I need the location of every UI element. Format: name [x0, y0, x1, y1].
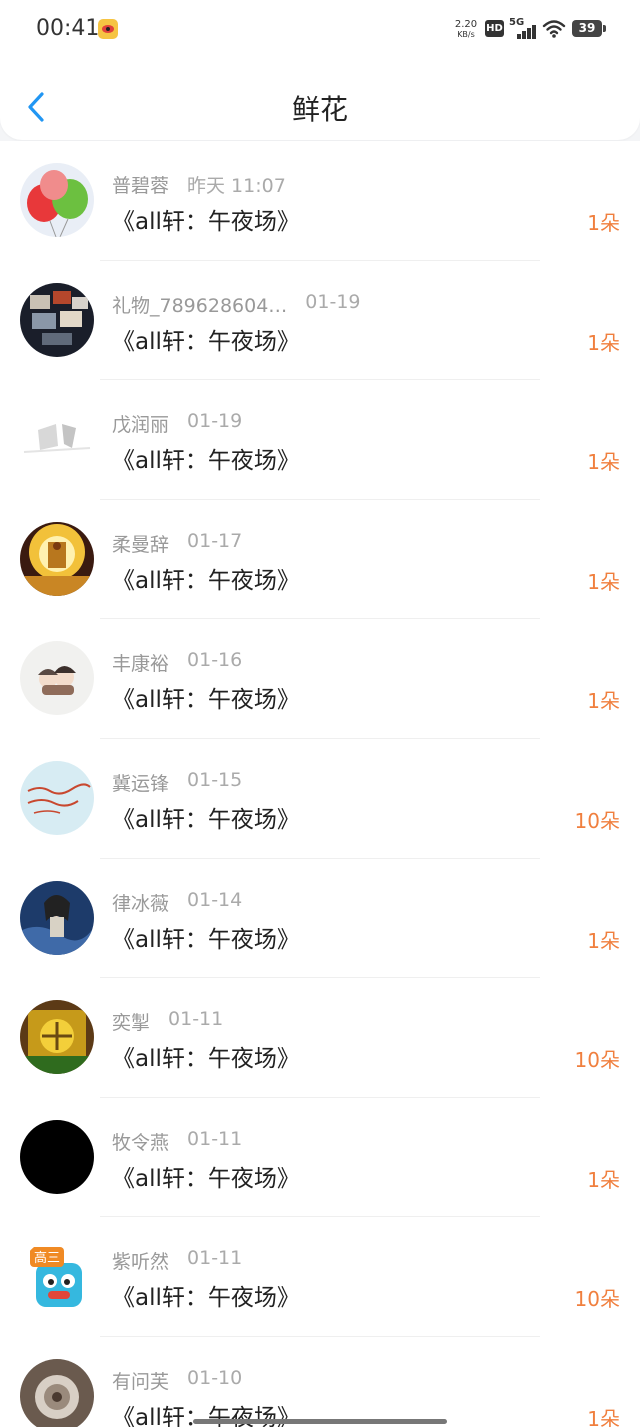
wifi-icon — [542, 20, 566, 38]
item-meta: 有问芙 01-10 — [112, 1367, 242, 1394]
flower-count: 10朵 — [574, 808, 620, 833]
avatar: 高三 — [20, 1239, 94, 1314]
flower-count: 1朵 — [587, 569, 620, 594]
sent-date: 01-15 — [187, 768, 243, 791]
book-title: 《all轩：午夜场》 — [112, 926, 300, 953]
sent-date: 01-17 — [187, 529, 243, 552]
flower-count: 1朵 — [587, 211, 620, 235]
list-item[interactable]: 礼物_789628604… 01-19 《all轩：午夜场》 1朵 — [0, 261, 640, 381]
sent-date: 01-19 — [187, 410, 243, 433]
sent-date: 01-11 — [187, 1247, 243, 1270]
net-speed-value: 2.20 — [454, 19, 478, 30]
avatar — [20, 1119, 94, 1194]
flower-count: 1朵 — [587, 450, 620, 475]
home-indicator[interactable] — [193, 1419, 447, 1424]
sent-date: 01-11 — [187, 1127, 243, 1150]
flower-count: 1朵 — [587, 1167, 620, 1192]
item-meta: 柔曼辞 01-17 — [112, 530, 242, 557]
hd-icon: HD — [485, 20, 504, 37]
list-item[interactable]: 普碧蓉 昨天 11:07 《all轩：午夜场》 1朵 — [0, 141, 640, 261]
list-item[interactable]: 冀运锋 01-15 《all轩：午夜场》 10朵 — [0, 739, 640, 859]
book-title: 《all轩：午夜场》 — [112, 209, 300, 235]
avatar — [20, 402, 94, 477]
book-title: 《all轩：午夜场》 — [112, 448, 300, 475]
sender-name: 有问芙 — [112, 1370, 170, 1393]
top-bar: 00:41 2.20 KB/s HD 5G 39 鲜花 — [0, 0, 640, 140]
net-speed-unit: KB/s — [457, 30, 475, 39]
book-title: 《all轩：午夜场》 — [112, 567, 300, 594]
book-title: 《all轩：午夜场》 — [112, 687, 300, 714]
sent-date: 01-11 — [168, 1008, 224, 1031]
sender-name: 礼物_789628604… — [112, 294, 288, 317]
list-item[interactable]: 有问芙 01-10 《all轩：午夜场》 1朵 — [0, 1337, 640, 1427]
avatar — [20, 282, 94, 357]
item-meta: 牧令燕 01-11 — [112, 1128, 242, 1155]
item-meta: 冀运锋 01-15 — [112, 769, 242, 796]
sent-date: 01-19 — [305, 290, 361, 313]
flower-count: 1朵 — [587, 928, 620, 953]
sender-name: 普碧蓉 — [112, 175, 170, 197]
list-item[interactable]: 戊润丽 01-19 《all轩：午夜场》 1朵 — [0, 380, 640, 500]
list-item[interactable]: 牧令燕 01-11 《all轩：午夜场》 1朵 — [0, 1098, 640, 1218]
avatar — [20, 1000, 94, 1075]
page-title: 鲜花 — [291, 93, 348, 126]
sender-name: 紫听然 — [112, 1251, 170, 1274]
flower-count: 1朵 — [587, 330, 620, 355]
avatar — [20, 1358, 94, 1427]
sent-date: 昨天 11:07 — [187, 175, 286, 197]
item-meta: 普碧蓉 昨天 11:07 — [112, 171, 286, 198]
sender-name: 律冰薇 — [112, 892, 170, 915]
flower-count: 1朵 — [587, 689, 620, 714]
book-title: 《all轩：午夜场》 — [112, 328, 300, 355]
list-item[interactable]: 高三 紫听然 01-11 《all轩：午夜场》 10朵 — [0, 1217, 640, 1337]
item-meta: 丰康裕 01-16 — [112, 649, 242, 676]
item-meta: 奕掣 01-11 — [112, 1008, 223, 1035]
sender-name: 戊润丽 — [112, 414, 170, 437]
avatar — [20, 880, 94, 955]
flower-count: 1朵 — [587, 1406, 620, 1427]
sender-name: 奕掣 — [112, 1012, 151, 1035]
item-meta: 律冰薇 01-14 — [112, 889, 242, 916]
sent-date: 01-16 — [187, 649, 243, 672]
list-item[interactable]: 柔曼辞 01-17 《all轩：午夜场》 1朵 — [0, 500, 640, 620]
avatar — [20, 641, 94, 716]
sent-date: 01-10 — [187, 1366, 243, 1389]
weibo-notification-icon — [98, 19, 118, 39]
avatar — [20, 760, 94, 835]
book-title: 《all轩：午夜场》 — [112, 1285, 300, 1312]
net-speed-indicator: 2.20 KB/s — [452, 20, 480, 40]
avatar — [20, 163, 94, 237]
item-meta: 戊润丽 01-19 — [112, 410, 242, 437]
book-title: 《all轩：午夜场》 — [112, 1046, 300, 1073]
sender-name: 冀运锋 — [112, 772, 170, 795]
battery-icon: 39 — [572, 20, 606, 37]
gift-list: 普碧蓉 昨天 11:07 《all轩：午夜场》 1朵 礼物_789628604… 0… — [0, 141, 640, 1427]
list-item[interactable]: 律冰薇 01-14 《all轩：午夜场》 1朵 — [0, 859, 640, 979]
item-meta: 紫听然 01-11 — [112, 1247, 242, 1274]
item-meta: 礼物_789628604… 01-19 — [112, 291, 361, 318]
avatar — [20, 521, 94, 596]
flower-count: 10朵 — [574, 1048, 620, 1073]
cellular-signal-icon: 5G — [509, 17, 537, 39]
sender-name: 丰康裕 — [112, 653, 170, 676]
sender-name: 柔曼辞 — [112, 533, 170, 556]
flower-count: 10朵 — [574, 1287, 620, 1312]
sender-name: 牧令燕 — [112, 1131, 170, 1154]
list-item[interactable]: 奕掣 01-11 《all轩：午夜场》 10朵 — [0, 978, 640, 1098]
network-type-label: 5G — [509, 17, 525, 28]
list-item[interactable]: 丰康裕 01-16 《all轩：午夜场》 1朵 — [0, 619, 640, 739]
book-title: 《all轩：午夜场》 — [112, 806, 300, 833]
status-time: 00:41 — [36, 16, 100, 41]
book-title: 《all轩：午夜场》 — [112, 1165, 300, 1192]
sent-date: 01-14 — [187, 888, 243, 911]
avatar-badge-text: 高三 — [34, 1250, 60, 1266]
